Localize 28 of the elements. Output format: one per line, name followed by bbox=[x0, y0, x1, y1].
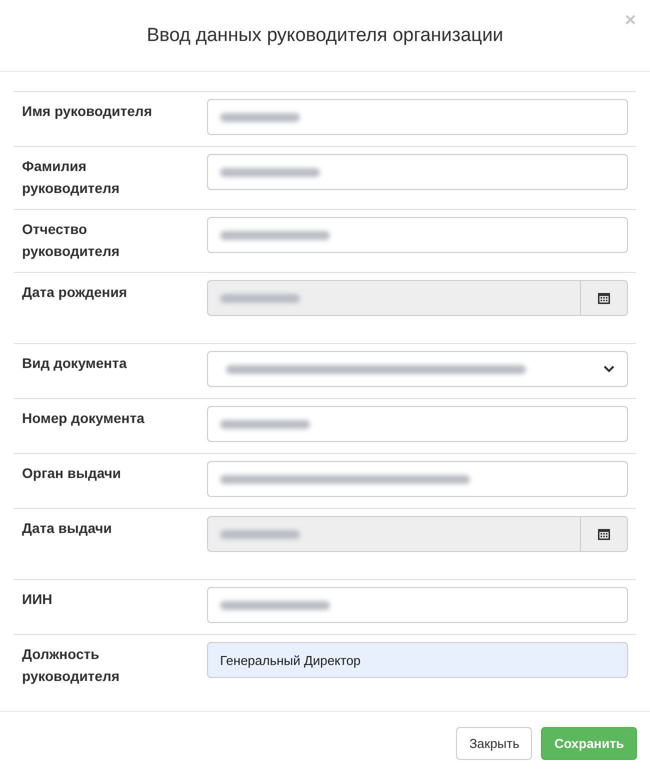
field-label: Орган выдачи bbox=[22, 464, 122, 483]
text-field[interactable] bbox=[207, 587, 628, 623]
dialog-title: Ввод данных руководителя организации bbox=[146, 24, 504, 46]
text-field[interactable] bbox=[207, 217, 628, 253]
calendar-button[interactable] bbox=[581, 516, 628, 552]
field-label: Вид документа bbox=[22, 354, 128, 373]
text-field[interactable] bbox=[207, 461, 628, 497]
field-label: Номер документа bbox=[22, 409, 146, 428]
field-label: Отчество руководителя bbox=[22, 220, 121, 261]
field-label: Фамилия руководителя bbox=[22, 157, 121, 198]
field-label: Дата выдачи bbox=[22, 519, 113, 538]
calendar-button[interactable] bbox=[581, 280, 628, 316]
field-label: Имя руководителя bbox=[22, 102, 153, 121]
date-field[interactable] bbox=[207, 516, 581, 552]
document-type-select[interactable] bbox=[207, 351, 628, 387]
calendar-icon bbox=[597, 291, 611, 305]
text-field[interactable] bbox=[207, 99, 628, 135]
field-label: Дата рождения bbox=[22, 283, 128, 302]
date-field[interactable] bbox=[207, 280, 581, 316]
field-label: ИИН bbox=[22, 590, 54, 609]
chevron-down-icon bbox=[603, 365, 615, 373]
text-field[interactable]: Генеральный Директор bbox=[207, 642, 628, 678]
field-label: Должность руководителя bbox=[22, 645, 121, 686]
text-field[interactable] bbox=[207, 406, 628, 442]
field-value: Генеральный Директор bbox=[220, 652, 361, 668]
text-field[interactable] bbox=[207, 154, 628, 190]
close-dialog-button[interactable]: Закрыть bbox=[456, 726, 532, 760]
calendar-icon bbox=[597, 527, 611, 541]
